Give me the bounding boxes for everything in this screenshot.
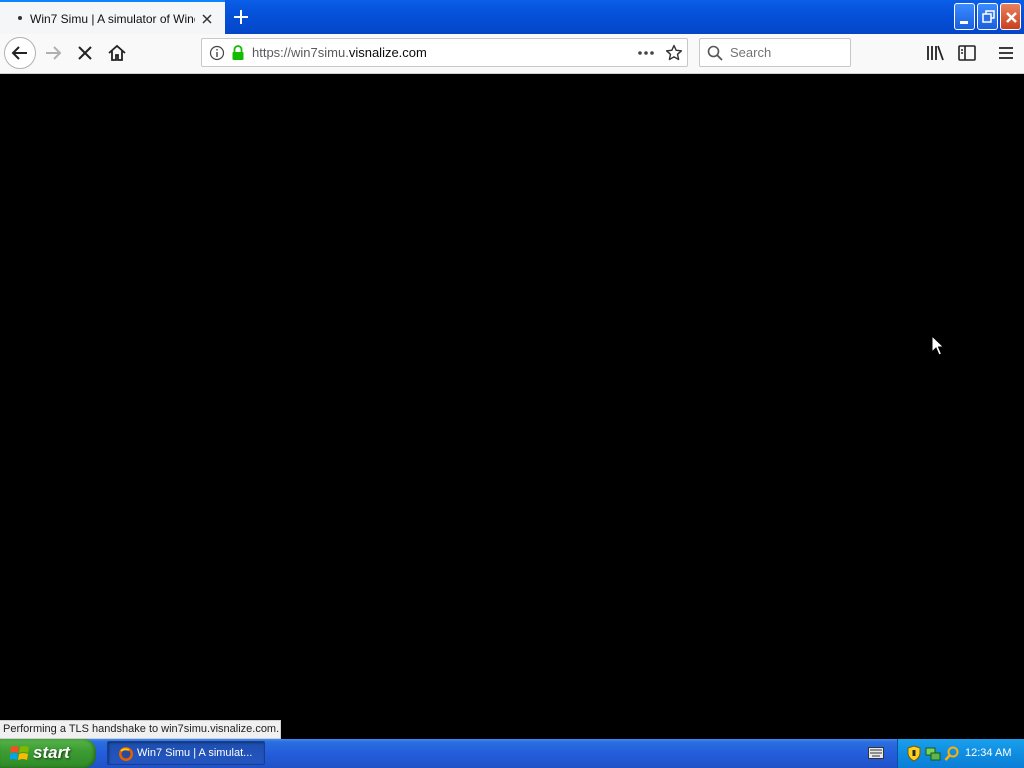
taskbar-item-firefox[interactable]: Win7 Simu | A simulat... [107, 741, 265, 765]
search-input[interactable] [730, 43, 845, 62]
restore-button[interactable] [977, 3, 998, 30]
navigation-toolbar: https://win7simu.visnalize.com [0, 34, 1024, 74]
keyboard-icon[interactable] [868, 747, 884, 759]
firefox-icon [119, 747, 133, 761]
search-icon [707, 45, 723, 61]
security-shield-icon[interactable] [906, 745, 922, 762]
system-tray: 12:34 AM [897, 739, 1024, 768]
network-icon[interactable] [925, 745, 941, 762]
url-host: visnalize.com [348, 45, 427, 60]
tab-active[interactable]: Win7 Simu | A simulator of Windows 7 [0, 0, 225, 34]
taskbar: start Win7 Simu | A simulat... 12:34 AM [0, 739, 1024, 768]
close-tab-icon[interactable] [199, 11, 215, 27]
library-icon[interactable] [924, 42, 946, 64]
restore-icon [982, 10, 995, 23]
url-text[interactable]: https://win7simu.visnalize.com [252, 45, 427, 61]
search-bar[interactable] [699, 38, 851, 67]
new-tab-icon[interactable] [229, 5, 253, 29]
start-button[interactable]: start [0, 739, 96, 768]
home-icon[interactable] [106, 42, 128, 64]
url-prefix: https://win7simu. [252, 45, 349, 60]
stop-icon[interactable] [74, 42, 96, 64]
tab-title: Win7 Simu | A simulator of Windows 7 [30, 12, 195, 26]
more-icon[interactable] [637, 45, 655, 61]
start-label: start [33, 743, 70, 762]
windows-logo-icon [10, 746, 29, 760]
back-button[interactable] [4, 37, 36, 69]
forward-arrow-icon[interactable] [42, 42, 64, 64]
search-tray-icon[interactable] [944, 745, 960, 762]
minimize-button[interactable] [954, 3, 975, 30]
close-window-button[interactable] [1000, 3, 1021, 30]
mouse-cursor-icon [931, 335, 945, 356]
tab-loading-indicator [18, 16, 22, 20]
page-content[interactable] [0, 74, 1024, 739]
clock: 12:34 AM [965, 747, 1012, 759]
minimize-icon [960, 21, 968, 24]
title-bar: Win7 Simu | A simulator of Windows 7 [0, 0, 1024, 34]
taskbar-item-label: Win7 Simu | A simulat... [137, 747, 253, 759]
status-panel: Performing a TLS handshake to win7simu.v… [0, 720, 281, 739]
info-icon[interactable] [209, 45, 225, 61]
sidebar-icon[interactable] [956, 42, 978, 64]
url-bar[interactable]: https://win7simu.visnalize.com [201, 38, 688, 67]
close-icon [1006, 12, 1017, 23]
star-icon[interactable] [665, 44, 683, 62]
back-arrow-icon [11, 46, 27, 60]
lock-icon[interactable] [230, 44, 246, 61]
hamburger-menu-icon[interactable] [995, 42, 1017, 64]
